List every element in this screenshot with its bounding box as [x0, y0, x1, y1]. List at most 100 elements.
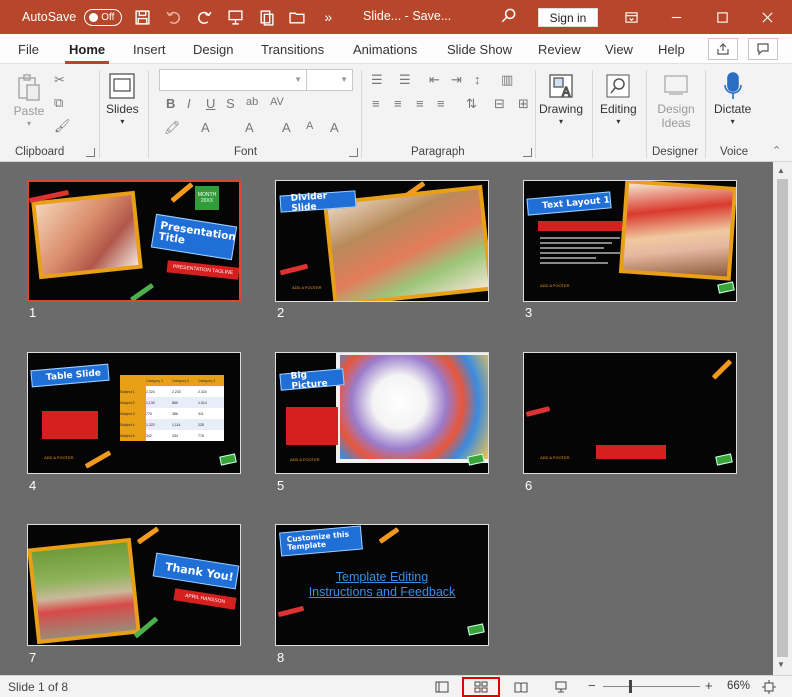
font-color-icon[interactable]: A: [201, 120, 210, 135]
search-icon[interactable]: [500, 6, 518, 27]
strikethrough-icon[interactable]: S: [226, 96, 235, 111]
tab-home[interactable]: Home: [64, 42, 110, 64]
close-icon[interactable]: [755, 5, 779, 29]
highlight-icon[interactable]: 🖍: [164, 120, 181, 136]
line-spacing-icon[interactable]: ↕: [474, 72, 481, 87]
paragraph-launcher-icon[interactable]: [523, 148, 532, 157]
reading-view-icon[interactable]: [512, 679, 530, 695]
scroll-up-icon[interactable]: ▲: [777, 166, 785, 175]
zoom-slider-thumb[interactable]: [629, 680, 632, 693]
zoom-out-button[interactable]: −: [588, 678, 596, 693]
tab-slide-show[interactable]: Slide Show: [447, 42, 512, 57]
font-size-dropdown[interactable]: ▼: [306, 69, 353, 91]
template-editing-link[interactable]: Template Editing: [276, 570, 488, 584]
sign-in-button[interactable]: Sign in: [538, 8, 598, 27]
slide-thumbnail-6[interactable]: ADD A FOOTER: [523, 352, 737, 474]
italic-icon[interactable]: I: [187, 96, 191, 111]
tab-transitions[interactable]: Transitions: [261, 42, 324, 57]
table-row-label: Subject 1: [120, 386, 146, 397]
slide-thumbnail-1[interactable]: Presentation Title PRESENTATION TAGLINE …: [27, 180, 241, 302]
dictate-button[interactable]: Dictate ▾: [714, 70, 751, 126]
increase-indent-icon[interactable]: ⇥: [451, 72, 462, 88]
scroll-down-icon[interactable]: ▼: [777, 660, 785, 669]
more-commands-icon[interactable]: »: [317, 6, 339, 28]
slide-thumbnail-4[interactable]: Table Slide Category 1 Category 2 Catego…: [27, 352, 241, 474]
clear-formatting-icon[interactable]: A: [330, 120, 339, 135]
slides-button[interactable]: Slides ▾: [106, 70, 139, 126]
bullets-icon[interactable]: ☰: [371, 72, 383, 88]
slide-thumbnail-5[interactable]: Big Picture ADD A FOOTER: [275, 352, 489, 474]
tab-file[interactable]: File: [18, 42, 39, 57]
tab-review[interactable]: Review: [538, 42, 581, 57]
text-direction-icon[interactable]: ⇅: [466, 96, 477, 112]
smartart-icon[interactable]: ⊞: [518, 96, 529, 112]
design-ideas-label: Design Ideas: [657, 102, 695, 130]
align-right-icon[interactable]: ≡: [416, 96, 424, 111]
align-center-icon[interactable]: ≡: [394, 96, 402, 111]
font-launcher-icon[interactable]: [349, 148, 358, 157]
slide-footer: ADD A FOOTER: [290, 457, 320, 462]
drawing-button[interactable]: A Drawing ▾: [539, 70, 583, 126]
tab-help[interactable]: Help: [658, 42, 685, 57]
slide-sorter-view-icon[interactable]: [472, 679, 490, 695]
zoom-percent[interactable]: 66%: [727, 680, 750, 692]
grow-font-icon[interactable]: A: [282, 120, 291, 135]
tab-insert[interactable]: Insert: [133, 42, 166, 57]
pencil-decoration: [711, 359, 733, 380]
save-icon[interactable]: [131, 6, 153, 28]
decrease-indent-icon[interactable]: ⇤: [429, 72, 440, 88]
pencil-decoration: [84, 450, 112, 469]
align-left-icon[interactable]: ≡: [372, 96, 380, 111]
character-spacing-icon[interactable]: ab: [246, 96, 258, 108]
collapse-ribbon-icon[interactable]: ⌃: [772, 144, 781, 157]
open-folder-icon[interactable]: [286, 6, 308, 28]
normal-view-icon[interactable]: [433, 679, 451, 695]
cut-icon[interactable]: ✂: [54, 72, 65, 88]
slide-show-view-icon[interactable]: [552, 679, 570, 695]
text-effects-icon[interactable]: A: [245, 120, 254, 135]
underline-icon[interactable]: U: [206, 96, 215, 111]
zoom-in-button[interactable]: +: [705, 678, 713, 693]
tab-view[interactable]: View: [605, 42, 633, 57]
editing-button[interactable]: Editing ▾: [600, 70, 637, 126]
bold-icon[interactable]: B: [166, 96, 175, 111]
fit-to-window-icon[interactable]: [760, 679, 778, 695]
instructions-feedback-link[interactable]: Instructions and Feedback: [276, 585, 488, 599]
numbering-icon[interactable]: ☰: [399, 72, 411, 88]
table-cell: 860: [172, 401, 178, 405]
minimize-icon[interactable]: [664, 5, 688, 29]
vertical-scrollbar[interactable]: ▲ ▼: [773, 162, 792, 675]
redo-icon[interactable]: [193, 6, 215, 28]
design-ideas-button[interactable]: Design Ideas: [654, 70, 698, 130]
autosave-toggle[interactable]: Off: [84, 8, 123, 26]
font-name-dropdown[interactable]: ▼: [159, 69, 307, 91]
maximize-icon[interactable]: [710, 5, 734, 29]
slide-thumbnail-8[interactable]: Customize this Template Template Editing…: [275, 524, 489, 646]
justify-icon[interactable]: ≡: [437, 96, 445, 111]
char-spacing-av-icon[interactable]: AV: [270, 96, 284, 108]
scroll-thumb[interactable]: [777, 179, 788, 657]
slide-thumbnail-2[interactable]: Divider Slide ADD A FOOTER: [275, 180, 489, 302]
tab-animations[interactable]: Animations: [353, 42, 417, 57]
columns-icon[interactable]: ▥: [501, 72, 513, 88]
zoom-slider[interactable]: [603, 686, 700, 687]
align-text-icon[interactable]: ⊟: [494, 96, 505, 112]
slide-number-7: 7: [29, 650, 37, 665]
paste-button[interactable]: Paste ▾: [13, 72, 45, 128]
clipboard-launcher-icon[interactable]: [86, 148, 95, 157]
tab-design[interactable]: Design: [193, 42, 233, 57]
slide-thumbnail-7[interactable]: Thank You! APRIL HANSSON: [27, 524, 241, 646]
ribbon-display-options-icon[interactable]: [619, 5, 643, 29]
undo-icon[interactable]: [162, 6, 184, 28]
format-painter-icon[interactable]: 🖌: [54, 118, 71, 134]
present-icon[interactable]: [224, 6, 246, 28]
shrink-font-icon[interactable]: A: [306, 120, 313, 132]
slide-thumbnail-3[interactable]: Text Layout 1 ADD A FOOTER: [523, 180, 737, 302]
slide-subtitle-banner: APRIL HANSSON: [173, 588, 237, 610]
copy-format-icon[interactable]: [255, 6, 277, 28]
share-icon[interactable]: [708, 38, 738, 60]
copy-icon[interactable]: ⧉: [54, 95, 63, 111]
slide-title-banner: Text Layout 1: [526, 191, 612, 216]
comments-icon[interactable]: [748, 38, 778, 60]
group-label-font: Font: [234, 146, 258, 158]
